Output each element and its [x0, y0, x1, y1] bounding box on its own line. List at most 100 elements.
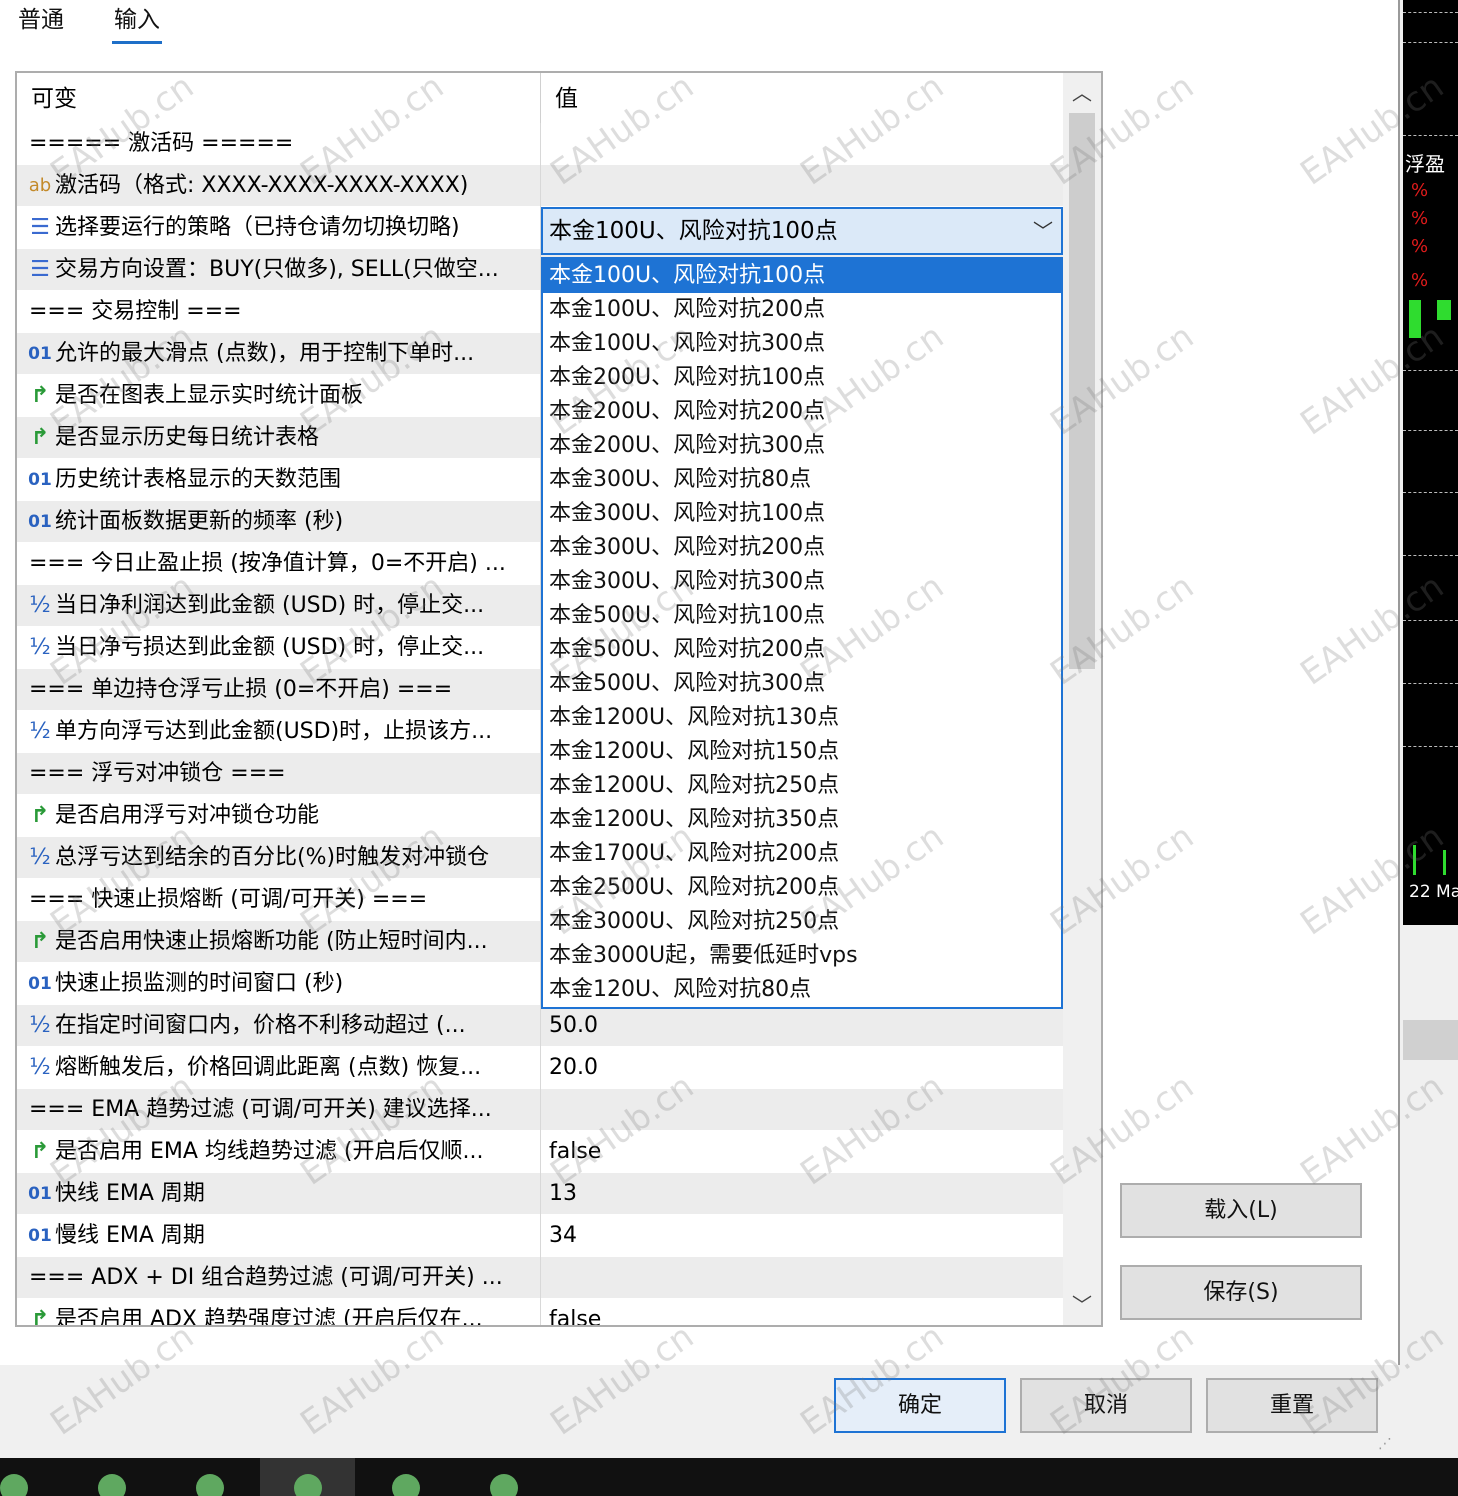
- parameter-name-cell[interactable]: ab 激活码（格式: XXXX-XXXX-XXXX-XXXX): [17, 165, 541, 207]
- scrollbar-thumb[interactable]: [1069, 113, 1095, 669]
- dropdown-option[interactable]: 本金300U、风险对抗300点: [543, 565, 1061, 599]
- parameter-value-cell[interactable]: 20.0: [541, 1047, 1065, 1089]
- parameter-name-cell[interactable]: ===== 激活码 =====: [17, 123, 541, 165]
- dropdown-option[interactable]: 本金1200U、风险对抗150点: [543, 735, 1061, 769]
- dropdown-option[interactable]: 本金120U、风险对抗80点: [543, 973, 1061, 1007]
- parameter-name-cell[interactable]: 01 快速止损监测的时间窗口 (秒): [17, 963, 541, 1005]
- tab-general[interactable]: 普通: [18, 4, 64, 44]
- app-icon[interactable]: [294, 1474, 322, 1496]
- parameter-name-cell[interactable]: 01 快线 EMA 周期: [17, 1173, 541, 1215]
- dropdown-option[interactable]: 本金200U、风险对抗100点: [543, 361, 1061, 395]
- parameter-name-cell[interactable]: === 单边持仓浮亏止损 (0=不开启) ===: [17, 669, 541, 711]
- column-header-value[interactable]: 值: [541, 73, 1065, 123]
- scroll-up-arrow-icon[interactable]: ︿: [1063, 73, 1101, 113]
- dropdown-option[interactable]: 本金300U、风险对抗100点: [543, 497, 1061, 531]
- parameter-value-cell[interactable]: 13: [541, 1173, 1065, 1215]
- table-row[interactable]: === ADX + DI 组合趋势过滤 (可调/可开关) ...: [17, 1257, 1065, 1299]
- parameter-name-cell[interactable]: ↱ 是否启用 ADX 趋势强度过滤 (开启后仅在...: [17, 1299, 541, 1325]
- parameter-value-cell[interactable]: 50.0: [541, 1005, 1065, 1047]
- parameter-value-cell[interactable]: false: [541, 1131, 1065, 1173]
- dropdown-option[interactable]: 本金500U、风险对抗300点: [543, 667, 1061, 701]
- parameter-name-cell[interactable]: === 交易控制 ===: [17, 291, 541, 333]
- app-icon[interactable]: [98, 1474, 126, 1496]
- vertical-scrollbar[interactable]: ︿ ﹀: [1063, 73, 1101, 1325]
- load-button[interactable]: 载入(L): [1120, 1183, 1362, 1238]
- double-type-icon: ½: [29, 845, 51, 870]
- percent-value: %: [1411, 208, 1429, 229]
- dropdown-option[interactable]: 本金300U、风险对抗200点: [543, 531, 1061, 565]
- app-icon[interactable]: [196, 1474, 224, 1496]
- table-row[interactable]: ½ 在指定时间窗口内，价格不利移动超过 (... 50.0: [17, 1005, 1065, 1047]
- dropdown-option[interactable]: 本金3000U、风险对抗250点: [543, 905, 1061, 939]
- parameter-name-cell[interactable]: ☰ 选择要运行的策略（已持仓请勿切换切略): [17, 207, 541, 249]
- parameter-name-cell[interactable]: 01 历史统计表格显示的天数范围: [17, 459, 541, 501]
- parameter-name-cell[interactable]: 01 慢线 EMA 周期: [17, 1215, 541, 1257]
- candle: [1443, 850, 1446, 875]
- dropdown-option[interactable]: 本金1200U、风险对抗350点: [543, 803, 1061, 837]
- app-icon[interactable]: [392, 1474, 420, 1496]
- parameter-value-cell[interactable]: [541, 1089, 1065, 1131]
- strategy-select[interactable]: 本金100U、风险对抗100点 ﹀: [541, 207, 1063, 255]
- table-row[interactable]: === EMA 趋势过滤 (可调/可开关) 建议选择...: [17, 1089, 1065, 1131]
- dropdown-option[interactable]: 本金300U、风险对抗80点: [543, 463, 1061, 497]
- dropdown-option[interactable]: 本金200U、风险对抗300点: [543, 429, 1061, 463]
- parameter-value-cell[interactable]: 34: [541, 1215, 1065, 1257]
- reset-button[interactable]: 重置: [1206, 1378, 1378, 1433]
- app-icon[interactable]: [0, 1474, 28, 1496]
- cancel-button[interactable]: 取消: [1020, 1378, 1192, 1433]
- parameter-name-cell[interactable]: ↱ 是否在图表上显示实时统计面板: [17, 375, 541, 417]
- parameter-name-cell[interactable]: ½ 单方向浮亏达到此金额(USD)时，止损该方...: [17, 711, 541, 753]
- chevron-down-icon[interactable]: ﹀: [1033, 209, 1053, 253]
- dropdown-option[interactable]: 本金200U、风险对抗200点: [543, 395, 1061, 429]
- parameter-name: 是否启用 EMA 均线趋势过滤 (开启后仅顺...: [55, 1139, 484, 1164]
- parameter-name-cell[interactable]: ↱ 是否启用 EMA 均线趋势过滤 (开启后仅顺...: [17, 1131, 541, 1173]
- save-button[interactable]: 保存(S): [1120, 1265, 1362, 1320]
- dropdown-option[interactable]: 本金2500U、风险对抗200点: [543, 871, 1061, 905]
- dropdown-option[interactable]: 本金1200U、风险对抗250点: [543, 769, 1061, 803]
- dropdown-option[interactable]: 本金100U、风险对抗200点: [543, 293, 1061, 327]
- parameter-name-cell[interactable]: === ADX + DI 组合趋势过滤 (可调/可开关) ...: [17, 1257, 541, 1299]
- dropdown-option[interactable]: 本金3000U起，需要低延时vps: [543, 939, 1061, 973]
- app-icon[interactable]: [490, 1474, 518, 1496]
- parameter-value-cell[interactable]: [541, 165, 1065, 207]
- scroll-down-arrow-icon[interactable]: ﹀: [1063, 1285, 1101, 1325]
- table-row[interactable]: ab 激活码（格式: XXXX-XXXX-XXXX-XXXX): [17, 165, 1065, 207]
- parameter-name-cell[interactable]: === 今日止盈止损 (按净值计算，0=不开启) ...: [17, 543, 541, 585]
- parameter-name-cell[interactable]: === 快速止损熔断 (可调/可开关) ===: [17, 879, 541, 921]
- parameter-name: 慢线 EMA 周期: [55, 1223, 205, 1248]
- tab-inputs[interactable]: 输入: [112, 4, 162, 44]
- table-row[interactable]: 01 快线 EMA 周期 13: [17, 1173, 1065, 1215]
- parameter-name-cell[interactable]: === EMA 趋势过滤 (可调/可开关) 建议选择...: [17, 1089, 541, 1131]
- parameter-name-cell[interactable]: ½ 熔断触发后，价格回调此距离 (点数) 恢复...: [17, 1047, 541, 1089]
- parameter-name-cell[interactable]: === 浮亏对冲锁仓 ===: [17, 753, 541, 795]
- parameter-name-cell[interactable]: ☰ 交易方向设置：BUY(只做多), SELL(只做空...: [17, 249, 541, 291]
- parameter-name-cell[interactable]: ½ 当日净利润达到此金额 (USD) 时，停止交...: [17, 585, 541, 627]
- dropdown-option[interactable]: 本金100U、风险对抗100点: [543, 259, 1061, 293]
- dropdown-option[interactable]: 本金500U、风险对抗100点: [543, 599, 1061, 633]
- parameter-name-cell[interactable]: ↱ 是否显示历史每日统计表格: [17, 417, 541, 459]
- table-row[interactable]: ½ 熔断触发后，价格回调此距离 (点数) 恢复... 20.0: [17, 1047, 1065, 1089]
- table-row[interactable]: ↱ 是否启用 EMA 均线趋势过滤 (开启后仅顺... false: [17, 1131, 1065, 1173]
- table-row[interactable]: ===== 激活码 =====: [17, 123, 1065, 165]
- dropdown-option[interactable]: 本金100U、风险对抗300点: [543, 327, 1061, 361]
- parameter-name-cell[interactable]: ↱ 是否启用快速止损熔断功能 (防止短时间内...: [17, 921, 541, 963]
- dropdown-option[interactable]: 本金1200U、风险对抗130点: [543, 701, 1061, 735]
- parameter-value-cell[interactable]: false: [541, 1299, 1065, 1325]
- parameter-name: 熔断触发后，价格回调此距离 (点数) 恢复...: [55, 1055, 482, 1080]
- column-header-variable[interactable]: 可变: [17, 73, 541, 123]
- parameter-value-cell[interactable]: [541, 1257, 1065, 1299]
- parameter-name-cell[interactable]: ½ 总浮亏达到结余的百分比(%)时触发对冲锁仓: [17, 837, 541, 879]
- parameter-name-cell[interactable]: 01 统计面板数据更新的频率 (秒): [17, 501, 541, 543]
- table-row[interactable]: 01 慢线 EMA 周期 34: [17, 1215, 1065, 1257]
- ok-button[interactable]: 确定: [834, 1378, 1006, 1433]
- parameter-name-cell[interactable]: ↱ 是否启用浮亏对冲锁仓功能: [17, 795, 541, 837]
- table-row[interactable]: ↱ 是否启用 ADX 趋势强度过滤 (开启后仅在... false: [17, 1299, 1065, 1325]
- parameter-value-cell[interactable]: [541, 123, 1065, 165]
- parameter-name-cell[interactable]: 01 允许的最大滑点 (点数)，用于控制下单时...: [17, 333, 541, 375]
- parameter-name-cell[interactable]: ½ 在指定时间窗口内，价格不利移动超过 (...: [17, 1005, 541, 1047]
- dropdown-option[interactable]: 本金500U、风险对抗200点: [543, 633, 1061, 667]
- resize-grip-icon[interactable]: ⋰: [1378, 1436, 1392, 1452]
- dropdown-option[interactable]: 本金1700U、风险对抗200点: [543, 837, 1061, 871]
- parameter-name-cell[interactable]: ½ 当日净亏损达到此金额 (USD) 时，停止交...: [17, 627, 541, 669]
- bool-type-icon: ↱: [30, 383, 50, 408]
